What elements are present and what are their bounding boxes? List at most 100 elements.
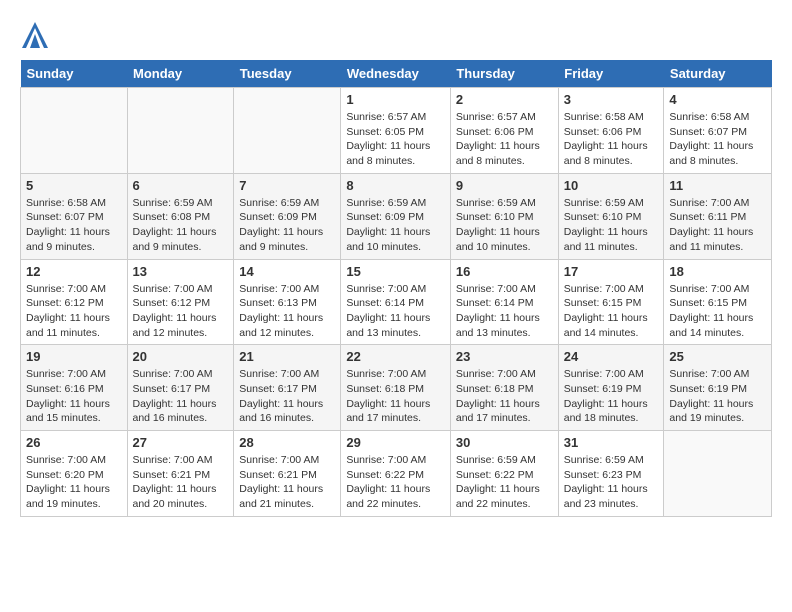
day-number: 26 xyxy=(26,435,122,450)
day-number: 14 xyxy=(239,264,335,279)
day-info: Sunrise: 7:00 AMSunset: 6:19 PMDaylight:… xyxy=(669,367,766,426)
day-number: 25 xyxy=(669,349,766,364)
week-row-4: 19Sunrise: 7:00 AMSunset: 6:16 PMDayligh… xyxy=(21,345,772,431)
calendar-cell: 25 Sunrise: 7:00 AMSunset: 6:19 PMDayligh… xyxy=(664,345,772,431)
day-number: 19 xyxy=(26,349,122,364)
calendar-cell: 15 Sunrise: 7:00 AMSunset: 6:14 PMDayligh… xyxy=(341,259,451,345)
day-header-sunday: Sunday xyxy=(21,60,128,88)
calendar-cell: 29 Sunrise: 7:00 AMSunset: 6:22 PMDayligh… xyxy=(341,431,451,517)
calendar-cell: 26Sunrise: 7:00 AMSunset: 6:20 PMDayligh… xyxy=(21,431,128,517)
calendar-cell: 30 Sunrise: 6:59 AMSunset: 6:22 PMDayligh… xyxy=(450,431,558,517)
day-header-wednesday: Wednesday xyxy=(341,60,451,88)
day-number: 9 xyxy=(456,178,553,193)
day-number: 31 xyxy=(564,435,659,450)
calendar-cell: 27 Sunrise: 7:00 AMSunset: 6:21 PMDayligh… xyxy=(127,431,234,517)
calendar-cell: 20Sunrise: 7:00 AMSunset: 6:17 PMDayligh… xyxy=(127,345,234,431)
day-info: Sunrise: 7:00 AMSunset: 6:21 PMDaylight:… xyxy=(239,453,335,512)
calendar-cell: 14 Sunrise: 7:00 AMSunset: 6:13 PMDayligh… xyxy=(234,259,341,345)
calendar-cell xyxy=(127,88,234,174)
day-info: Sunrise: 6:59 AMSunset: 6:23 PMDaylight:… xyxy=(564,453,659,512)
calendar-cell: 17 Sunrise: 7:00 AMSunset: 6:15 PMDayligh… xyxy=(558,259,664,345)
day-info: Sunrise: 6:57 AMSunset: 6:05 PMDaylight:… xyxy=(346,110,445,169)
calendar-cell: 3 Sunrise: 6:58 AMSunset: 6:06 PMDaylight… xyxy=(558,88,664,174)
day-info: Sunrise: 7:00 AMSunset: 6:11 PMDaylight:… xyxy=(669,196,766,255)
week-row-1: 1 Sunrise: 6:57 AMSunset: 6:05 PMDaylight… xyxy=(21,88,772,174)
day-info: Sunrise: 7:00 AMSunset: 6:15 PMDaylight:… xyxy=(564,282,659,341)
calendar-cell xyxy=(234,88,341,174)
day-number: 17 xyxy=(564,264,659,279)
day-number: 8 xyxy=(346,178,445,193)
day-number: 6 xyxy=(133,178,229,193)
calendar-cell: 5Sunrise: 6:58 AMSunset: 6:07 PMDaylight… xyxy=(21,173,128,259)
day-number: 4 xyxy=(669,92,766,107)
day-info: Sunrise: 7:00 AMSunset: 6:22 PMDaylight:… xyxy=(346,453,445,512)
calendar-cell xyxy=(664,431,772,517)
day-number: 20 xyxy=(133,349,229,364)
day-number: 1 xyxy=(346,92,445,107)
calendar-cell: 18Sunrise: 7:00 AMSunset: 6:15 PMDayligh… xyxy=(664,259,772,345)
calendar-cell: 28Sunrise: 7:00 AMSunset: 6:21 PMDayligh… xyxy=(234,431,341,517)
calendar-cell: 23 Sunrise: 7:00 AMSunset: 6:18 PMDayligh… xyxy=(450,345,558,431)
calendar-cell: 21 Sunrise: 7:00 AMSunset: 6:17 PMDayligh… xyxy=(234,345,341,431)
calendar-cell: 19Sunrise: 7:00 AMSunset: 6:16 PMDayligh… xyxy=(21,345,128,431)
day-number: 12 xyxy=(26,264,122,279)
day-header-friday: Friday xyxy=(558,60,664,88)
calendar-cell: 16 Sunrise: 7:00 AMSunset: 6:14 PMDayligh… xyxy=(450,259,558,345)
day-header-thursday: Thursday xyxy=(450,60,558,88)
calendar-header-row: SundayMondayTuesdayWednesdayThursdayFrid… xyxy=(21,60,772,88)
day-number: 13 xyxy=(133,264,229,279)
calendar-cell: 10 Sunrise: 6:59 AMSunset: 6:10 PMDayligh… xyxy=(558,173,664,259)
day-number: 11 xyxy=(669,178,766,193)
logo-icon xyxy=(20,20,50,50)
day-header-tuesday: Tuesday xyxy=(234,60,341,88)
calendar-cell: 31 Sunrise: 6:59 AMSunset: 6:23 PMDayligh… xyxy=(558,431,664,517)
day-number: 22 xyxy=(346,349,445,364)
day-number: 3 xyxy=(564,92,659,107)
day-number: 2 xyxy=(456,92,553,107)
day-info: Sunrise: 7:00 AMSunset: 6:12 PMDaylight:… xyxy=(133,282,229,341)
day-number: 23 xyxy=(456,349,553,364)
day-info: Sunrise: 7:00 AMSunset: 6:18 PMDaylight:… xyxy=(456,367,553,426)
day-number: 5 xyxy=(26,178,122,193)
day-number: 10 xyxy=(564,178,659,193)
week-row-5: 26Sunrise: 7:00 AMSunset: 6:20 PMDayligh… xyxy=(21,431,772,517)
day-info: Sunrise: 6:59 AMSunset: 6:10 PMDaylight:… xyxy=(564,196,659,255)
day-info: Sunrise: 6:58 AMSunset: 6:07 PMDaylight:… xyxy=(669,110,766,169)
day-number: 29 xyxy=(346,435,445,450)
day-number: 16 xyxy=(456,264,553,279)
day-info: Sunrise: 7:00 AMSunset: 6:14 PMDaylight:… xyxy=(346,282,445,341)
day-info: Sunrise: 6:58 AMSunset: 6:06 PMDaylight:… xyxy=(564,110,659,169)
day-info: Sunrise: 7:00 AMSunset: 6:14 PMDaylight:… xyxy=(456,282,553,341)
calendar-cell: 11 Sunrise: 7:00 AMSunset: 6:11 PMDayligh… xyxy=(664,173,772,259)
day-number: 15 xyxy=(346,264,445,279)
calendar-cell: 24Sunrise: 7:00 AMSunset: 6:19 PMDayligh… xyxy=(558,345,664,431)
calendar-cell: 1 Sunrise: 6:57 AMSunset: 6:05 PMDaylight… xyxy=(341,88,451,174)
day-number: 24 xyxy=(564,349,659,364)
day-info: Sunrise: 7:00 AMSunset: 6:12 PMDaylight:… xyxy=(26,282,122,341)
day-number: 7 xyxy=(239,178,335,193)
day-number: 21 xyxy=(239,349,335,364)
day-info: Sunrise: 6:57 AMSunset: 6:06 PMDaylight:… xyxy=(456,110,553,169)
day-header-saturday: Saturday xyxy=(664,60,772,88)
calendar-cell: 9Sunrise: 6:59 AMSunset: 6:10 PMDaylight… xyxy=(450,173,558,259)
calendar-cell: 2 Sunrise: 6:57 AMSunset: 6:06 PMDaylight… xyxy=(450,88,558,174)
week-row-2: 5Sunrise: 6:58 AMSunset: 6:07 PMDaylight… xyxy=(21,173,772,259)
calendar-cell: 7 Sunrise: 6:59 AMSunset: 6:09 PMDaylight… xyxy=(234,173,341,259)
day-info: Sunrise: 7:00 AMSunset: 6:21 PMDaylight:… xyxy=(133,453,229,512)
calendar-cell: 13 Sunrise: 7:00 AMSunset: 6:12 PMDayligh… xyxy=(127,259,234,345)
calendar-cell: 6 Sunrise: 6:59 AMSunset: 6:08 PMDaylight… xyxy=(127,173,234,259)
day-number: 27 xyxy=(133,435,229,450)
day-info: Sunrise: 7:00 AMSunset: 6:17 PMDaylight:… xyxy=(239,367,335,426)
logo xyxy=(20,20,54,50)
day-info: Sunrise: 7:00 AMSunset: 6:13 PMDaylight:… xyxy=(239,282,335,341)
day-info: Sunrise: 7:00 AMSunset: 6:18 PMDaylight:… xyxy=(346,367,445,426)
calendar-table: SundayMondayTuesdayWednesdayThursdayFrid… xyxy=(20,60,772,517)
calendar-cell: 22 Sunrise: 7:00 AMSunset: 6:18 PMDayligh… xyxy=(341,345,451,431)
day-info: Sunrise: 6:59 AMSunset: 6:22 PMDaylight:… xyxy=(456,453,553,512)
day-header-monday: Monday xyxy=(127,60,234,88)
day-info: Sunrise: 6:59 AMSunset: 6:08 PMDaylight:… xyxy=(133,196,229,255)
day-number: 18 xyxy=(669,264,766,279)
day-info: Sunrise: 6:59 AMSunset: 6:09 PMDaylight:… xyxy=(239,196,335,255)
day-info: Sunrise: 6:59 AMSunset: 6:09 PMDaylight:… xyxy=(346,196,445,255)
day-number: 30 xyxy=(456,435,553,450)
